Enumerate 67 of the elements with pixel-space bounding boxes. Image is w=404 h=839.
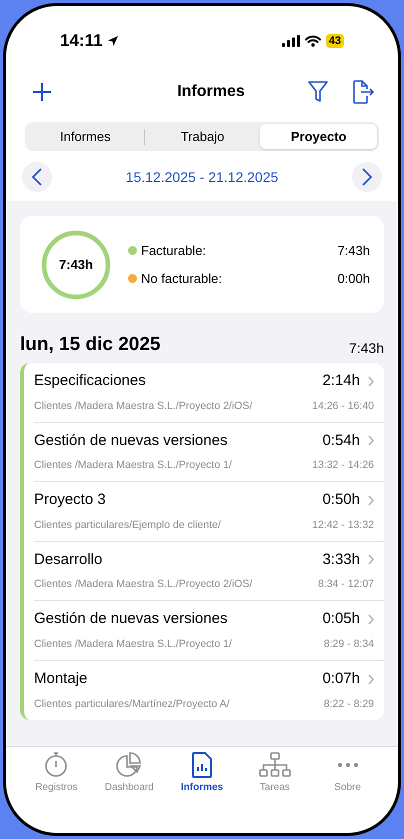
legend-value: 0:00h <box>337 270 370 288</box>
segment-tab[interactable]: Informes <box>27 124 144 149</box>
entry-title: Proyecto 3 <box>34 490 106 510</box>
export-document-icon <box>352 80 376 104</box>
chevron-right-icon <box>368 376 374 387</box>
legend-label: No facturable: <box>141 270 222 288</box>
chevron-right-icon <box>362 168 372 186</box>
signal-icon <box>282 35 300 47</box>
entry-path: Clientes particulares/Ejemplo de cliente/ <box>34 518 221 533</box>
previous-week-button[interactable] <box>22 162 52 192</box>
tab-bar-item[interactable]: Informes <box>166 752 238 795</box>
entry-row[interactable]: Desarrollo 3:33h Clientes /Madera Maestra S.L./Proyecto 2/iOS/ 8:34 - 12:07 <box>34 542 384 601</box>
entry-path: Clientes /Madera Maestra S.L./Proyecto 1/ <box>34 636 232 652</box>
entry-row[interactable]: Gestión de nuevas versiones 0:05h Clientes /Madera Maestra S.L./Proyecto 1/ 8:29 - 8:34 <box>34 601 384 660</box>
stopwatch-icon <box>44 752 68 778</box>
legend-label: Facturable: <box>141 242 206 260</box>
chevron-right-icon <box>368 494 374 506</box>
entry-duration: 0:50h <box>322 490 360 510</box>
page-title: Informes <box>177 82 245 102</box>
entry-duration: 0:07h <box>322 669 360 690</box>
wifi-icon <box>304 35 321 47</box>
entry-time: 8:22 - 8:29 <box>324 696 374 712</box>
entry-duration: 0:05h <box>322 609 360 630</box>
chevron-right-icon <box>368 554 374 566</box>
next-week-button[interactable] <box>352 162 382 192</box>
location-arrow-icon <box>106 35 119 47</box>
battery-indicator: 43 <box>326 34 344 48</box>
entry-title: Gestión de nuevas versiones <box>34 430 228 451</box>
entry-path: Clientes /Madera Maestra S.L./Proyecto 2/iOS/ <box>34 398 252 414</box>
status-time: 14:11 <box>60 30 103 52</box>
day-total: 7:43h <box>348 339 384 358</box>
entry-title: Gestión de nuevas versiones <box>34 609 228 630</box>
entry-path: Clientes /Madera Maestra S.L./Proyecto 2/iOS/ <box>34 577 252 592</box>
entry-duration: 0:54h <box>322 430 360 451</box>
hierarchy-icon <box>258 752 291 778</box>
entry-title: Desarrollo <box>34 550 102 570</box>
entry-duration: 3:33h <box>322 550 360 570</box>
chevron-left-icon <box>32 168 42 186</box>
date-range: 15.12.2025 - 21.12.2025 <box>126 168 278 186</box>
entry-time: 12:42 - 13:32 <box>312 518 374 533</box>
plus-icon <box>32 82 52 102</box>
export-button[interactable] <box>352 78 376 106</box>
entry-row[interactable]: Gestión de nuevas versiones 0:54h Clientes /Madera Maestra S.L./Proyecto 1/ 13:32 - 14:26 <box>34 422 384 482</box>
entry-title: Especificaciones <box>34 371 146 392</box>
legend-value: 7:43h <box>337 242 370 260</box>
entry-time: 13:32 - 14:26 <box>312 458 374 474</box>
more-icon <box>338 763 358 767</box>
entry-path: Clientes /Madera Maestra S.L./Proyecto 1/ <box>34 458 232 474</box>
entry-time: 8:29 - 8:34 <box>324 636 374 652</box>
chevron-right-icon <box>368 614 374 625</box>
entry-row[interactable]: Montaje 0:07h Clientes particulares/Martínez/Proyecto A/ 8:22 - 8:29 <box>34 660 384 720</box>
entry-row[interactable]: Proyecto 3 0:50h Clientes particulares/Ejemplo de cliente/ 12:42 - 13:32 <box>34 482 384 542</box>
entry-time: 8:34 - 12:07 <box>318 577 374 592</box>
entry-title: Montaje <box>34 669 88 690</box>
chevron-right-icon <box>368 435 374 446</box>
entry-time: 14:26 - 16:40 <box>312 398 374 414</box>
segment-tab[interactable]: Proyecto <box>260 124 378 149</box>
total-hours: 7:43h <box>59 256 93 274</box>
pie-chart-icon <box>116 752 142 778</box>
filter-icon <box>308 81 328 103</box>
entry-path: Clientes particulares/Martínez/Proyecto A/ <box>34 696 230 712</box>
day-heading: lun, 15 dic 2025 <box>20 332 160 356</box>
segment-tab[interactable]: Trabajo <box>144 124 260 149</box>
chevron-right-icon <box>368 674 374 685</box>
entry-row[interactable]: Especificaciones 2:14h Clientes /Madera Maestra S.L./Proyecto 2/iOS/ 14:26 - 16:40 <box>34 363 384 422</box>
report-chart-icon <box>190 752 213 778</box>
entry-duration: 2:14h <box>322 371 360 392</box>
